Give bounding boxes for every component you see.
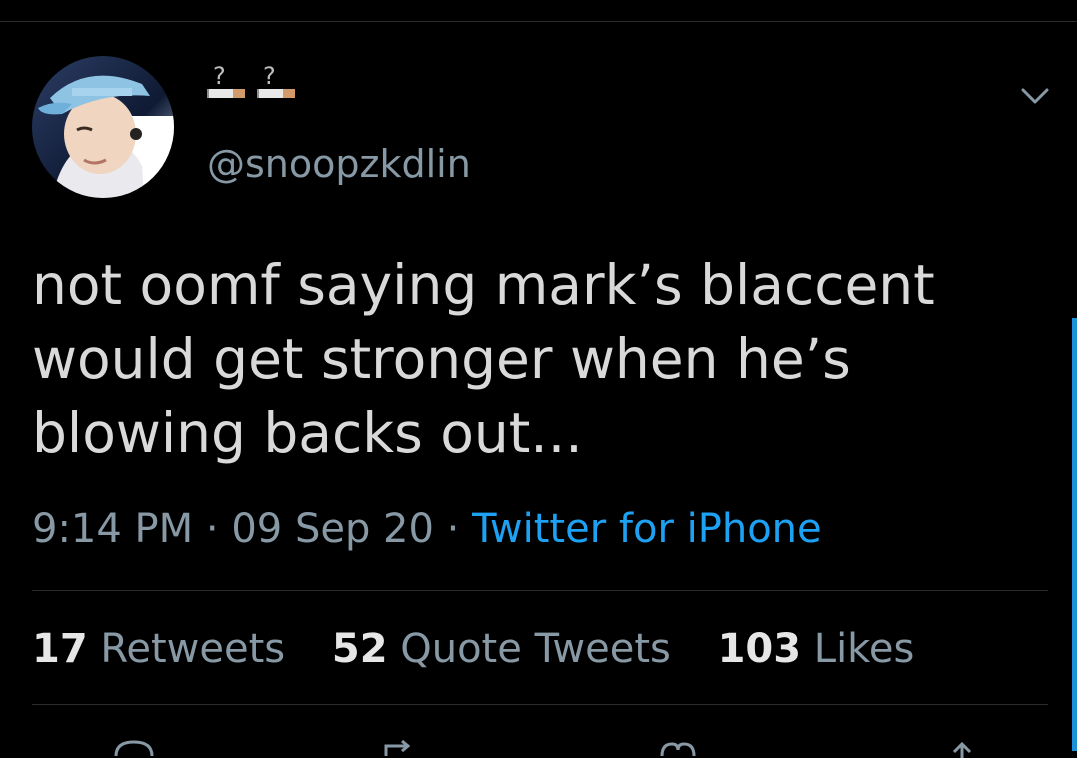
display-name[interactable]: ? ? <box>207 62 301 108</box>
avatar-image <box>32 56 174 198</box>
quote-tweets-label: Quote Tweets <box>400 626 671 672</box>
tweet-text: not oomf saying mark’s blaccent would ge… <box>32 253 935 465</box>
avatar[interactable] <box>32 56 174 198</box>
tweet-source-link[interactable]: Twitter for iPhone <box>472 506 822 552</box>
tweet-time[interactable]: 9:14 PM <box>32 506 193 552</box>
user-handle[interactable]: @snoopzkdlin <box>207 142 471 186</box>
top-divider <box>0 21 1077 22</box>
likes-count: 103 <box>717 626 802 672</box>
quote-tweets-count: 52 <box>331 626 388 672</box>
reply-icon[interactable] <box>112 738 156 758</box>
tweet-meta: 9:14 PM · 09 Sep 20 · Twitter for iPhone <box>32 505 822 553</box>
divider <box>32 590 1048 591</box>
like-icon[interactable] <box>656 738 700 758</box>
retweets-stat[interactable]: 17 Retweets <box>32 626 285 672</box>
likes-label: Likes <box>813 626 915 672</box>
retweets-count: 17 <box>32 626 88 672</box>
meta-separator: · <box>193 506 232 552</box>
divider <box>32 704 1048 705</box>
quote-tweets-stat[interactable]: 52 Quote Tweets <box>332 626 671 672</box>
tweet-date[interactable]: 09 Sep 20 <box>231 506 434 552</box>
share-icon[interactable] <box>940 738 984 758</box>
cigarette-icon: ? <box>207 62 251 108</box>
likes-stat[interactable]: 103 Likes <box>718 626 915 672</box>
meta-separator: · <box>433 506 473 552</box>
scrollbar[interactable] <box>1072 318 1077 751</box>
cigarette-icon: ? <box>257 62 301 108</box>
tweet-stats: 17 Retweets 52 Quote Tweets 103 Likes <box>32 624 948 674</box>
chevron-down-icon[interactable] <box>1017 80 1053 110</box>
retweets-label: Retweets <box>100 626 286 672</box>
retweet-icon[interactable] <box>378 738 422 758</box>
